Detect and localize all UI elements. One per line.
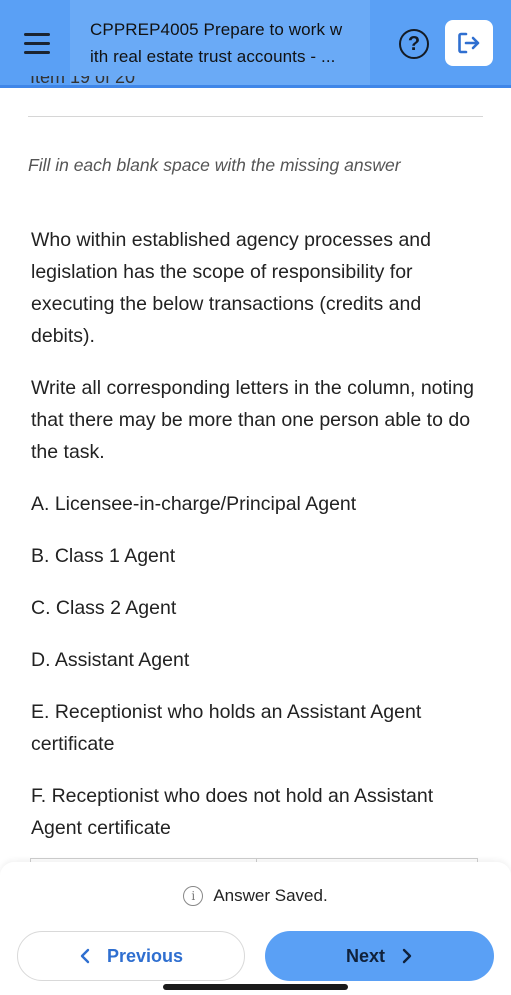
help-button[interactable]: ? — [394, 24, 434, 64]
chevron-right-icon — [402, 948, 412, 964]
option-b: B. Class 1 Agent — [31, 545, 176, 567]
save-status: i Answer Saved. — [0, 886, 511, 906]
question-paragraph-2: Write all corresponding letters in the c… — [31, 377, 474, 463]
info-icon: i — [183, 886, 204, 906]
question-mark-icon: ? — [399, 29, 429, 59]
next-button[interactable]: Next — [265, 931, 494, 981]
question-paragraph-1: Who within established agency processes … — [31, 229, 431, 347]
previous-button[interactable]: Previous — [17, 931, 245, 981]
question-body: Who within established agency processes … — [31, 224, 481, 864]
course-title-line1: CPPREP4005 Prepare to work w — [90, 20, 343, 39]
course-title-line2: ith real estate trust accounts - ... — [90, 47, 336, 66]
home-indicator[interactable] — [163, 984, 348, 990]
hamburger-menu-icon[interactable] — [10, 14, 64, 72]
exit-button[interactable] — [445, 20, 493, 66]
course-title: CPPREP4005 Prepare to work w ith real es… — [70, 0, 370, 85]
divider — [28, 116, 483, 117]
logout-icon — [458, 32, 480, 54]
previous-label: Previous — [106, 945, 184, 966]
next-label: Next — [345, 945, 385, 966]
item-counter: Item 19 of 20 — [30, 76, 135, 90]
option-d: D. Assistant Agent — [31, 649, 190, 671]
bottom-navigation-panel: i Answer Saved. Previous Next — [0, 862, 511, 995]
option-a: A. Licensee-in-charge/Principal Agent — [31, 493, 357, 515]
instruction-text: Fill in each blank space with the missin… — [28, 155, 401, 175]
option-e: E. Receptionist who holds an Assistant A… — [31, 701, 422, 755]
option-c: C. Class 2 Agent — [31, 597, 177, 619]
chevron-left-icon — [80, 948, 90, 964]
top-app-bar: CPPREP4005 Prepare to work w ith real es… — [0, 0, 511, 88]
option-f: F. Receptionist who does not hold an Ass… — [31, 785, 434, 839]
item-counter-text: Item 19 of 20 — [30, 76, 136, 87]
save-status-text: Answer Saved. — [213, 886, 328, 905]
